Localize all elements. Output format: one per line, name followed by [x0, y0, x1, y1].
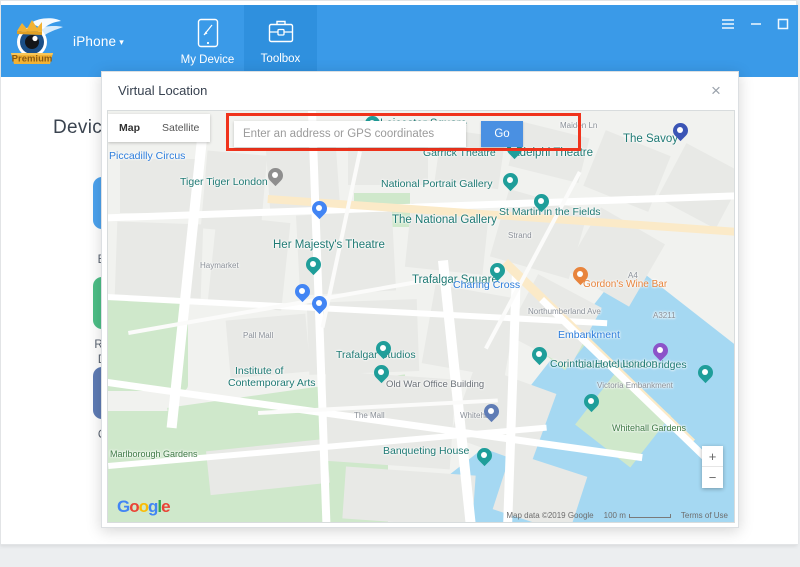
- map-pin[interactable]: [264, 164, 287, 188]
- map-pin[interactable]: [649, 339, 672, 363]
- map-type-satellite[interactable]: Satellite: [151, 114, 210, 142]
- tablet-icon: [197, 18, 218, 47]
- device-name: iPhone: [73, 33, 117, 49]
- dialog-header: Virtual Location ×: [102, 72, 738, 110]
- map-pin[interactable]: [302, 253, 325, 277]
- nav-tabs: My Device Toolbox: [171, 5, 317, 77]
- search-highlight-box: Go: [226, 113, 581, 151]
- map-pin[interactable]: [291, 280, 314, 304]
- search-input[interactable]: [234, 128, 466, 140]
- map-pin[interactable]: [528, 343, 551, 367]
- map-pin[interactable]: [569, 263, 592, 287]
- map-data-credit: Map data ©2019 Google: [506, 511, 594, 520]
- scale-line: [628, 513, 671, 518]
- map-pin[interactable]: [480, 400, 503, 424]
- map-pin[interactable]: [308, 197, 331, 221]
- map-type-map[interactable]: Map: [108, 114, 151, 142]
- scale-label: 100 m: [603, 511, 626, 520]
- tab-toolbox[interactable]: Toolbox: [244, 5, 317, 77]
- terms-of-use-link[interactable]: Terms of Use: [681, 511, 728, 520]
- device-selector[interactable]: iPhone ▾: [73, 34, 124, 49]
- map-canvas: [108, 111, 734, 522]
- app-root: Premium iPhone ▾ My Device Toolbox Devic…: [0, 0, 800, 567]
- map-pin[interactable]: [486, 259, 509, 283]
- minimize-icon[interactable]: [749, 17, 763, 31]
- map-pin[interactable]: [694, 361, 717, 385]
- zoom-in-button[interactable]: +: [702, 446, 723, 467]
- comet-eye-logo-icon: Premium: [11, 18, 63, 65]
- map-type-switcher: Map Satellite: [108, 114, 211, 142]
- tab-my-device-label: My Device: [180, 53, 235, 66]
- zoom-out-button[interactable]: −: [702, 467, 723, 488]
- map-block: [342, 466, 476, 522]
- map-scale-bar: 100 m: [604, 511, 671, 520]
- brand-area[interactable]: Premium iPhone ▾: [1, 5, 171, 77]
- chevron-down-icon: ▾: [119, 36, 124, 47]
- menu-icon[interactable]: [720, 17, 736, 31]
- tab-toolbox-label: Toolbox: [260, 52, 301, 65]
- dialog-title: Virtual Location: [118, 83, 208, 98]
- map-pin[interactable]: [580, 390, 603, 414]
- go-button[interactable]: Go: [481, 121, 523, 147]
- map-view[interactable]: Denman StLeicester SquareMaiden LnPiccad…: [107, 110, 735, 523]
- app-logo: Premium: [9, 13, 71, 69]
- map-block: [225, 313, 311, 379]
- google-logo: Google: [117, 497, 171, 516]
- map-block: [207, 215, 291, 311]
- map-pin[interactable]: [499, 169, 522, 193]
- map-zoom-controls: + −: [702, 446, 723, 488]
- virtual-location-dialog: Virtual Location × Maiden Ln Piccadilly …: [101, 71, 739, 528]
- premium-badge-text: Premium: [12, 54, 53, 65]
- map-pin[interactable]: [308, 292, 331, 316]
- map-pin[interactable]: [372, 337, 395, 361]
- application-window: Premium iPhone ▾ My Device Toolbox Devic…: [0, 0, 798, 545]
- map-block: [421, 284, 519, 378]
- map-pin[interactable]: [530, 190, 553, 214]
- window-controls: [720, 17, 790, 31]
- search-field-wrapper[interactable]: [234, 121, 466, 147]
- top-toolbar: Premium iPhone ▾ My Device Toolbox: [1, 5, 798, 77]
- briefcase-icon: [268, 20, 293, 42]
- map-pin[interactable]: [370, 361, 393, 385]
- maximize-icon[interactable]: [776, 17, 790, 31]
- tab-my-device[interactable]: My Device: [171, 5, 244, 77]
- map-block: [120, 159, 198, 213]
- map-pin[interactable]: [473, 444, 496, 468]
- map-attribution: Map data ©2019 Google 100 m Terms of Use: [506, 511, 728, 520]
- close-icon[interactable]: ×: [704, 78, 728, 102]
